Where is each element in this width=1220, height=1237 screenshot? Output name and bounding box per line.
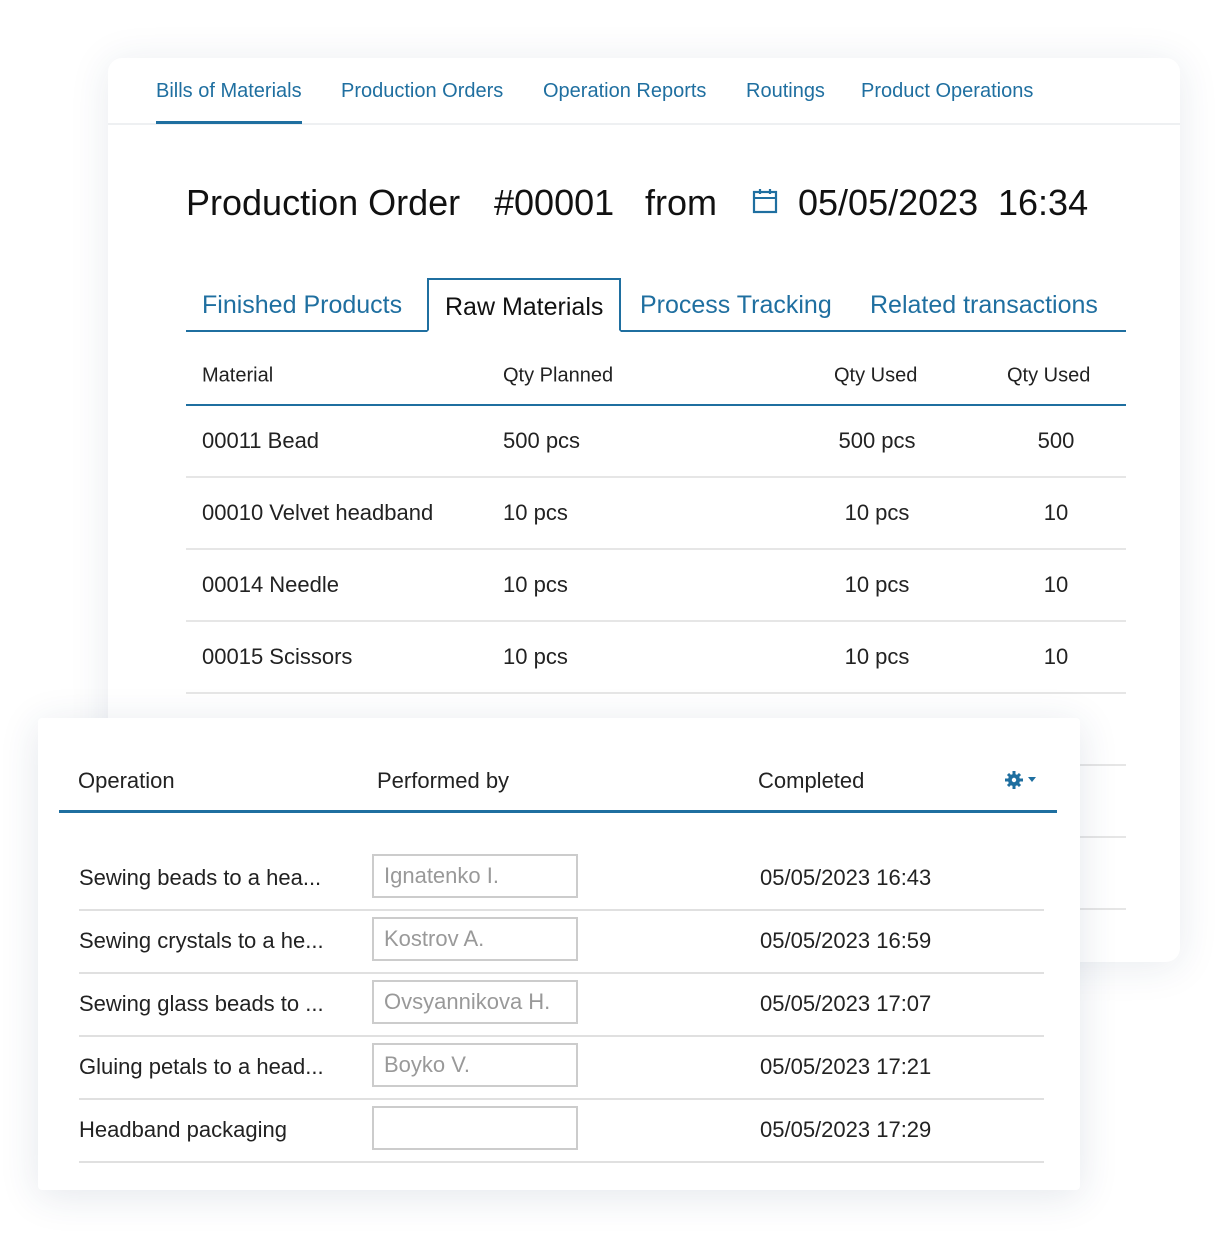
table-header: Material Qty Planned Qty Used Qty Used xyxy=(186,348,1126,406)
operation-name: Sewing glass beads to ... xyxy=(79,991,324,1016)
col-material: Material xyxy=(202,364,274,387)
qty-used: 10 pcs xyxy=(844,644,910,669)
operation-name: Gluing petals to a head... xyxy=(79,1054,324,1079)
table-row: Sewing glass beads to ... Ovsyannikova H.… xyxy=(79,974,1044,1037)
title-label: Production Order xyxy=(186,182,461,223)
performer-field[interactable]: Kostrov A. xyxy=(372,917,578,961)
table-row: Sewing beads to a hea... Ignatenko I. 05/0… xyxy=(79,848,1044,911)
tab-related-transactions[interactable]: Related transactions xyxy=(854,278,1114,328)
col-qty-used-2: Qty Used xyxy=(1007,364,1091,387)
material-name: 00011 Bead xyxy=(202,428,320,453)
qty-planned: 500 pcs xyxy=(503,428,581,453)
qty-used: 10 pcs xyxy=(844,500,910,525)
col-operation: Operation xyxy=(78,768,175,793)
title-from: from xyxy=(645,182,717,223)
operations-table: Operation Performed by Completed Sewing … xyxy=(59,748,1057,1163)
calendar-icon[interactable] xyxy=(752,188,778,214)
completed-time: 05/05/2023 17:29 xyxy=(760,1117,932,1142)
col-completed: Completed xyxy=(758,768,865,793)
qty-planned: 10 pcs xyxy=(503,500,568,525)
table-row: 00011 Bead 500 pcs 500 pcs 500 xyxy=(186,406,1126,478)
operation-name: Sewing beads to a hea... xyxy=(79,865,322,890)
col-performed-by: Performed by xyxy=(377,768,510,793)
table-header: Operation Performed by Completed xyxy=(59,748,1057,813)
qty-used-value: 500 xyxy=(1037,428,1075,453)
operation-name: Headband packaging xyxy=(79,1117,287,1142)
table-row: 00010 Velvet headband 10 pcs 10 pcs 10 xyxy=(186,478,1126,550)
completed-time: 05/05/2023 17:21 xyxy=(760,1054,932,1079)
nav-operation-reports[interactable]: Operation Reports xyxy=(543,80,706,121)
gear-dropdown-icon[interactable] xyxy=(1005,770,1041,790)
table-row: 00014 Needle 10 pcs 10 pcs 10 xyxy=(186,550,1126,622)
tab-process-tracking[interactable]: Process Tracking xyxy=(624,278,848,328)
table-row: Headband packaging 05/05/2023 17:29 xyxy=(79,1100,1044,1163)
nav-product-operations[interactable]: Product Operations xyxy=(861,80,1033,121)
table-row: 00015 Scissors 10 pcs 10 pcs 10 xyxy=(186,622,1126,694)
col-qty-planned: Qty Planned xyxy=(503,364,614,387)
order-tabs: Finished Products Raw Materials Process … xyxy=(186,278,1126,332)
nav-production-orders[interactable]: Production Orders xyxy=(341,80,503,121)
completed-time: 05/05/2023 16:59 xyxy=(760,928,932,953)
nav-bills-of-materials[interactable]: Bills of Materials xyxy=(156,80,302,124)
order-time[interactable]: 16:34 xyxy=(998,182,1088,224)
tab-raw-materials[interactable]: Raw Materials xyxy=(427,278,622,332)
table-row: Gluing petals to a head... Boyko V. 05/05/… xyxy=(79,1037,1044,1100)
material-name: 00015 Scissors xyxy=(202,644,353,669)
qty-used-value: 10 xyxy=(1043,644,1069,669)
tab-finished-products[interactable]: Finished Products xyxy=(186,278,418,328)
qty-used: 10 pcs xyxy=(844,572,910,597)
top-nav: Bills of Materials Production Orders Ope… xyxy=(108,58,1180,125)
performer-field[interactable]: Boyko V. xyxy=(372,1043,578,1087)
completed-time: 05/05/2023 16:43 xyxy=(760,865,932,890)
qty-planned: 10 pcs xyxy=(503,572,568,597)
qty-used: 500 pcs xyxy=(838,428,916,453)
order-date[interactable]: 05/05/2023 xyxy=(798,182,978,224)
completed-time: 05/05/2023 17:07 xyxy=(760,991,932,1016)
col-qty-used: Qty Used xyxy=(834,364,918,387)
operation-name: Sewing crystals to a he... xyxy=(79,928,324,953)
operations-card: Operation Performed by Completed Sewing … xyxy=(38,718,1080,1190)
material-name: 00014 Needle xyxy=(202,572,340,597)
qty-used-value: 10 xyxy=(1043,500,1069,525)
performer-field[interactable]: Ovsyannikova H. xyxy=(372,980,578,1024)
qty-used-value: 10 xyxy=(1043,572,1069,597)
nav-routings[interactable]: Routings xyxy=(746,80,825,121)
performer-field[interactable]: Ignatenko I. xyxy=(372,854,578,898)
material-name: 00010 Velvet headband xyxy=(202,500,434,525)
table-row: Sewing crystals to a he... Kostrov A. 05/0… xyxy=(79,911,1044,974)
performer-field[interactable] xyxy=(372,1106,578,1150)
qty-planned: 10 pcs xyxy=(503,644,568,669)
order-number: #00001 xyxy=(494,182,615,223)
